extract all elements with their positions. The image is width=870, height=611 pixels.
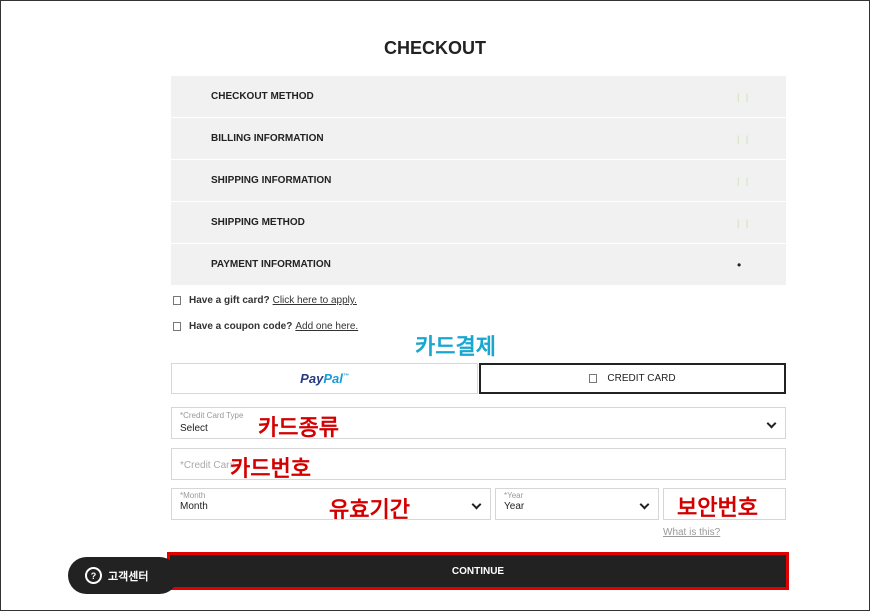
step-label: PAYMENT INFORMATION [211,259,331,270]
step-shipping-method[interactable]: SHIPPING METHOD | | [171,202,786,243]
card-type-value: Select [180,423,208,434]
customer-center-button[interactable]: ? 고객센터 [68,557,178,594]
annotation-expiry: 유효기간 [329,498,411,524]
step-checkout-method[interactable]: CHECKOUT METHOD | | [171,76,786,117]
gift-card-row: Have a gift card? Click here to apply. [173,295,357,306]
card-number-placeholder: *Credit Card [180,460,236,471]
step-status-mark: | | [737,91,751,102]
step-label: CHECKOUT METHOD [211,91,314,102]
credit-card-tab[interactable]: CREDIT CARD [479,363,786,394]
step-shipping-information[interactable]: SHIPPING INFORMATION | | [171,160,786,201]
step-active-dot: • [737,257,744,272]
step-billing-information[interactable]: BILLING INFORMATION | | [171,118,786,159]
annotation-card-type: 카드종류 [258,416,340,442]
what-is-this-link[interactable]: What is this? [663,527,720,538]
gift-card-label: Have a gift card? [189,295,270,306]
step-label: BILLING INFORMATION [211,133,324,144]
year-value: Year [504,501,525,512]
question-icon: ? [85,567,102,584]
step-payment-information[interactable]: PAYMENT INFORMATION • [171,244,786,285]
annotation-card-payment: 카드결제 [415,335,497,361]
step-status-mark: | | [737,217,751,228]
card-icon [589,374,598,383]
annotation-card-number: 카드번호 [230,457,312,483]
coupon-label: Have a coupon code? [189,321,293,332]
annotation-security-code: 보안번호 [677,496,759,522]
step-label: SHIPPING INFORMATION [211,175,332,186]
paypal-tab[interactable]: PayPal™ [171,363,478,394]
gift-card-link[interactable]: Click here to apply. [273,295,357,306]
year-label: *Year [504,491,524,500]
chevron-down-icon [766,418,777,429]
continue-button[interactable]: CONTINUE [167,552,789,590]
step-label: SHIPPING METHOD [211,217,305,228]
step-status-mark: | | [737,133,751,144]
chevron-down-icon [471,499,482,510]
coupon-link[interactable]: Add one here. [295,321,358,332]
expiry-year-select[interactable]: *Year Year [495,488,659,520]
customer-center-label: 고객센터 [108,570,149,583]
step-status-mark: | | [737,175,751,186]
month-value: Month [180,501,208,512]
coupon-row: Have a coupon code? Add one here. [173,321,358,332]
credit-card-label: CREDIT CARD [607,373,676,384]
month-label: *Month [180,491,206,500]
card-type-label: *Credit Card Type [180,411,244,420]
chevron-down-icon [639,499,650,510]
checkbox-icon[interactable] [173,296,181,305]
paypal-logo: PayPal™ [300,371,349,386]
checkbox-icon[interactable] [173,322,181,331]
page-title: CHECKOUT [384,38,486,58]
